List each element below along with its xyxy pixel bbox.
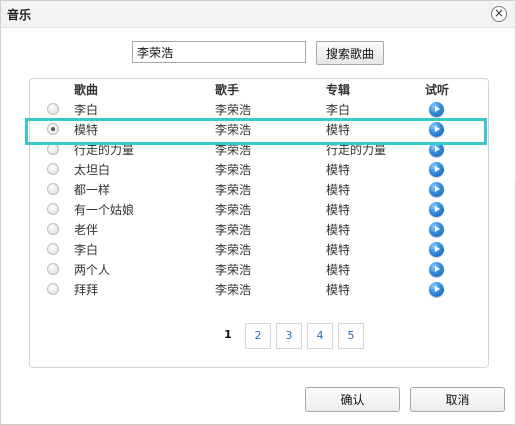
- row-radio[interactable]: [47, 183, 59, 195]
- row-radio[interactable]: [47, 223, 59, 235]
- row-radio[interactable]: [47, 203, 59, 215]
- table-row[interactable]: 两个人 李荣浩 模特: [30, 259, 488, 279]
- table-row[interactable]: 有一个姑娘 李荣浩 模特: [30, 199, 488, 219]
- table-row[interactable]: 拜拜 李荣浩 模特: [30, 279, 488, 299]
- song-cell: 都一样: [74, 183, 111, 197]
- row-radio[interactable]: [47, 103, 59, 115]
- table-row[interactable]: 李白 李荣浩 模特: [30, 239, 488, 259]
- artist-cell: 李荣浩: [215, 183, 252, 197]
- song-cell: 老伴: [74, 223, 99, 237]
- row-radio[interactable]: [47, 263, 59, 275]
- play-icon[interactable]: [429, 102, 444, 117]
- table-row[interactable]: 老伴 李荣浩 模特: [30, 219, 488, 239]
- page-current: 1: [224, 328, 232, 341]
- play-icon[interactable]: [429, 282, 444, 297]
- artist-cell: 李荣浩: [215, 103, 252, 117]
- row-radio[interactable]: [47, 283, 59, 295]
- song-cell: 两个人: [74, 263, 111, 277]
- table-header: 歌曲 歌手 专辑 试听: [30, 79, 488, 99]
- play-icon[interactable]: [429, 262, 444, 277]
- header-artist: 歌手: [215, 83, 240, 97]
- row-radio[interactable]: [47, 243, 59, 255]
- page-link[interactable]: 3: [276, 323, 302, 349]
- artist-cell: 李荣浩: [215, 163, 252, 177]
- artist-cell: 李荣浩: [215, 283, 252, 297]
- song-cell: 有一个姑娘: [74, 203, 135, 217]
- pagination: 12345: [1, 323, 516, 349]
- table-row[interactable]: 李白 李荣浩 李白: [30, 99, 488, 119]
- table-row[interactable]: 都一样 李荣浩 模特: [30, 179, 488, 199]
- play-icon[interactable]: [429, 182, 444, 197]
- confirm-button[interactable]: 确认: [305, 387, 400, 412]
- artist-cell: 李荣浩: [215, 223, 252, 237]
- close-icon[interactable]: ×: [491, 6, 507, 22]
- dialog-title: 音乐: [7, 8, 32, 22]
- title-bar: 音乐 ×: [1, 1, 515, 28]
- header-song: 歌曲: [74, 83, 99, 97]
- album-cell: 模特: [326, 283, 351, 297]
- artist-cell: 李荣浩: [215, 203, 252, 217]
- album-cell: 模特: [326, 263, 351, 277]
- play-icon[interactable]: [429, 222, 444, 237]
- row-radio[interactable]: [47, 163, 59, 175]
- play-icon[interactable]: [429, 162, 444, 177]
- page-link[interactable]: 4: [307, 323, 333, 349]
- song-cell: 太坦白: [74, 163, 111, 177]
- artist-cell: 李荣浩: [215, 263, 252, 277]
- header-preview: 试听: [425, 83, 450, 97]
- search-songs-button[interactable]: 搜索歌曲: [316, 41, 384, 65]
- album-cell: 李白: [326, 103, 351, 117]
- album-cell: 模特: [326, 223, 351, 237]
- album-cell: 模特: [326, 243, 351, 257]
- search-input[interactable]: [132, 41, 306, 63]
- page-link[interactable]: 2: [245, 323, 271, 349]
- album-cell: 模特: [326, 203, 351, 217]
- artist-cell: 李荣浩: [215, 243, 252, 257]
- play-icon[interactable]: [429, 242, 444, 257]
- header-album: 专辑: [326, 83, 351, 97]
- music-dialog: 音乐 × 搜索歌曲 歌曲 歌手 专辑 试听 李白李荣浩李白模特李荣浩模特行走的力…: [0, 0, 516, 425]
- play-icon[interactable]: [429, 202, 444, 217]
- selected-row-highlight: [25, 118, 487, 145]
- cancel-button[interactable]: 取消: [410, 387, 505, 412]
- table-row[interactable]: 太坦白 李荣浩 模特: [30, 159, 488, 179]
- album-cell: 模特: [326, 183, 351, 197]
- song-cell: 李白: [74, 243, 99, 257]
- song-cell: 拜拜: [74, 283, 99, 297]
- album-cell: 模特: [326, 163, 351, 177]
- page-link[interactable]: 5: [338, 323, 364, 349]
- song-cell: 李白: [74, 103, 99, 117]
